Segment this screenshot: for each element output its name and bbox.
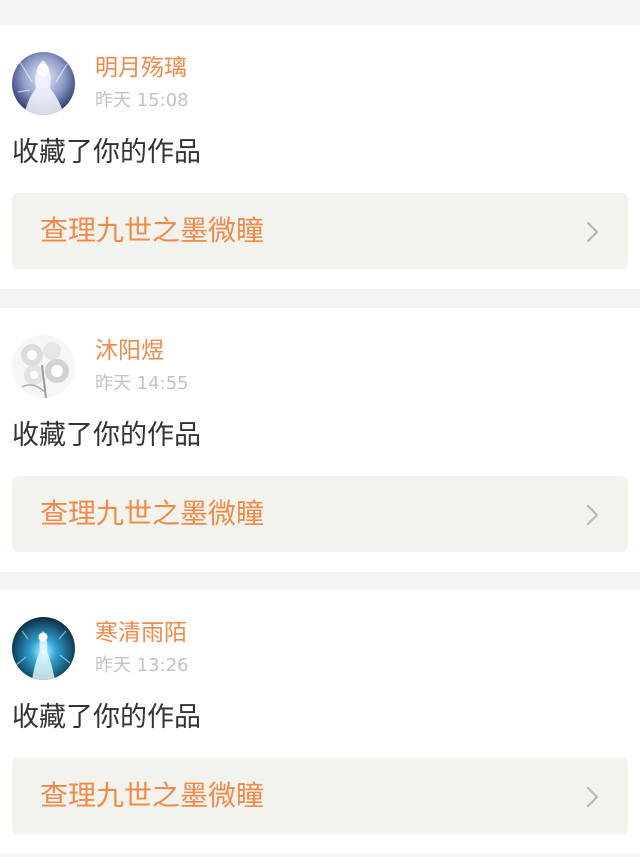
username[interactable]: 寒清雨陌 [95,618,187,648]
chevron-right-icon [586,786,600,808]
user-avatar[interactable] [12,52,75,115]
avatar-ice-figure-icon [12,52,75,115]
timestamp: 昨天 13:26 [95,655,189,676]
activity-card: 沐阳煜 昨天 14:55 收藏了你的作品 查理九世之墨微瞳 [0,308,640,572]
work-link[interactable]: 查理九世之墨微瞳 [12,193,628,269]
user-avatar[interactable] [12,335,75,398]
chevron-right-icon [586,504,600,526]
user-avatar[interactable] [12,617,75,680]
username[interactable]: 沐阳煜 [95,336,164,366]
work-title: 查理九世之墨微瞳 [40,214,265,247]
work-link[interactable]: 查理九世之墨微瞳 [12,758,628,834]
work-title: 查理九世之墨微瞳 [40,497,265,530]
activity-feed: 明月殇璃 昨天 15:08 收藏了你的作品 查理九世之墨微瞳 沐阳煜 昨天 14… [0,0,640,857]
avatar-blue-light-figure-icon [12,617,75,680]
chevron-right-icon [586,221,600,243]
work-link[interactable]: 查理九世之墨微瞳 [12,476,628,552]
avatar-white-flowers-icon [12,335,75,398]
activity-text: 收藏了你的作品 [12,420,201,451]
timestamp: 昨天 14:55 [95,373,189,394]
activity-card: 寒清雨陌 昨天 13:26 收藏了你的作品 查理九世之墨微瞳 [0,590,640,854]
activity-card: 明月殇璃 昨天 15:08 收藏了你的作品 查理九世之墨微瞳 [0,25,640,289]
timestamp: 昨天 15:08 [95,90,189,111]
work-title: 查理九世之墨微瞳 [40,779,265,812]
activity-text: 收藏了你的作品 [12,137,201,168]
activity-text: 收藏了你的作品 [12,702,201,733]
username[interactable]: 明月殇璃 [95,53,187,83]
